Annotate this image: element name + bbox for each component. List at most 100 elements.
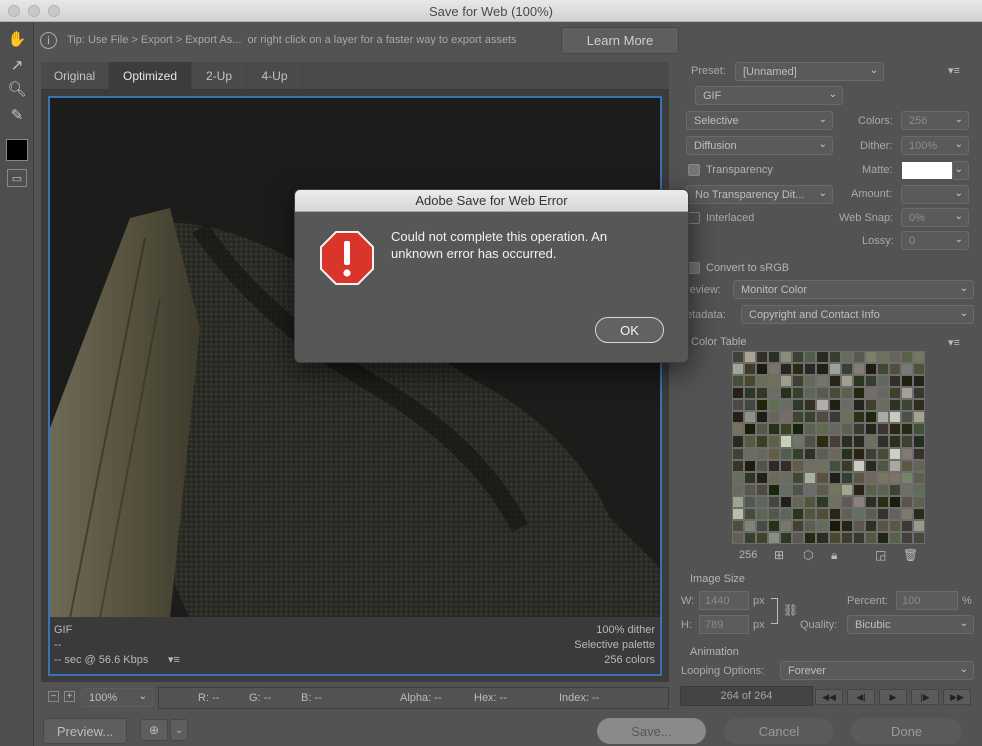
color-swatch[interactable] (900, 495, 913, 508)
color-swatch[interactable] (768, 459, 781, 472)
color-swatch[interactable] (780, 375, 793, 388)
color-swatch[interactable] (804, 447, 817, 460)
color-swatch[interactable] (840, 387, 853, 400)
color-swatch[interactable] (780, 531, 793, 544)
color-swatch[interactable] (888, 351, 901, 364)
color-swatch[interactable] (804, 399, 817, 412)
color-swatch[interactable] (780, 495, 793, 508)
color-swatch[interactable] (900, 423, 913, 436)
color-swatch[interactable] (888, 519, 901, 532)
color-swatch[interactable] (804, 435, 817, 448)
color-swatch[interactable] (864, 471, 877, 484)
color-swatch[interactable] (756, 387, 769, 400)
lossy-select[interactable]: 0 ⌄ (901, 231, 969, 250)
color-swatch[interactable] (792, 387, 805, 400)
color-swatch[interactable] (792, 423, 805, 436)
color-swatch[interactable] (888, 363, 901, 376)
color-swatch[interactable] (852, 435, 865, 448)
color-swatch[interactable] (756, 495, 769, 508)
zoom-level-select[interactable]: 100% ⌄ (81, 688, 153, 707)
color-swatch[interactable] (840, 435, 853, 448)
color-swatch[interactable] (768, 447, 781, 460)
color-swatch[interactable] (864, 459, 877, 472)
color-swatch[interactable] (744, 363, 757, 376)
color-swatch[interactable] (732, 519, 745, 532)
color-swatch[interactable] (900, 375, 913, 388)
color-swatch[interactable] (840, 399, 853, 412)
color-swatch[interactable] (804, 411, 817, 424)
color-swatch[interactable] (900, 363, 913, 376)
color-swatch[interactable] (864, 531, 877, 544)
preview-color-select[interactable]: Monitor Color ⌄ (733, 280, 974, 299)
save-button[interactable]: Save... (597, 718, 706, 744)
color-swatch[interactable] (816, 471, 829, 484)
color-swatch[interactable] (900, 447, 913, 460)
color-swatch[interactable] (804, 507, 817, 520)
color-swatch[interactable] (912, 447, 925, 460)
color-swatch[interactable] (792, 519, 805, 532)
color-swatch[interactable] (732, 483, 745, 496)
lock-color-icon[interactable]: 🔒︎ (831, 548, 837, 563)
color-swatch[interactable] (792, 471, 805, 484)
color-swatch[interactable] (852, 411, 865, 424)
color-swatch[interactable] (804, 351, 817, 364)
color-swatch[interactable] (888, 495, 901, 508)
color-swatch[interactable] (840, 483, 853, 496)
color-swatch[interactable] (912, 507, 925, 520)
color-swatch[interactable] (888, 399, 901, 412)
zoom-out-icon[interactable]: − (48, 691, 59, 702)
color-swatch[interactable] (792, 483, 805, 496)
color-swatch[interactable] (852, 399, 865, 412)
zoom-tool-icon[interactable]: 🔍︎ (6, 78, 28, 100)
color-swatch[interactable] (780, 351, 793, 364)
color-swatch[interactable] (888, 483, 901, 496)
tab-original[interactable]: Original (41, 62, 109, 90)
slice-select-tool-icon[interactable]: ↗ (6, 54, 28, 76)
color-swatch[interactable] (744, 531, 757, 544)
color-swatch[interactable] (768, 423, 781, 436)
link-proportions-icon[interactable]: ⛓︎ (783, 603, 798, 617)
color-swatch[interactable] (792, 363, 805, 376)
last-frame-icon[interactable]: ▶▶ (943, 689, 971, 705)
color-swatch[interactable] (840, 375, 853, 388)
color-swatch[interactable] (864, 423, 877, 436)
color-swatch[interactable] (804, 363, 817, 376)
color-swatch[interactable] (864, 387, 877, 400)
color-swatch[interactable] (912, 387, 925, 400)
color-swatch[interactable] (816, 459, 829, 472)
color-swatch[interactable] (912, 411, 925, 424)
color-swatch[interactable] (756, 351, 769, 364)
color-swatch[interactable] (912, 435, 925, 448)
color-swatch[interactable] (804, 375, 817, 388)
color-swatch[interactable] (732, 363, 745, 376)
color-swatch[interactable] (852, 483, 865, 496)
color-swatch[interactable] (852, 375, 865, 388)
color-swatch[interactable] (840, 363, 853, 376)
cancel-button[interactable]: Cancel (724, 718, 834, 744)
color-swatch[interactable] (732, 375, 745, 388)
convert-srgb-checkbox[interactable] (688, 262, 700, 274)
color-swatch[interactable] (864, 351, 877, 364)
color-swatch[interactable] (828, 507, 841, 520)
color-swatch[interactable] (756, 435, 769, 448)
color-swatch[interactable] (864, 363, 877, 376)
color-swatch[interactable] (840, 507, 853, 520)
color-swatch[interactable] (900, 351, 913, 364)
color-swatch[interactable] (756, 483, 769, 496)
color-swatch[interactable] (840, 459, 853, 472)
color-swatch[interactable] (780, 447, 793, 460)
color-swatch[interactable] (900, 483, 913, 496)
color-swatch[interactable] (828, 483, 841, 496)
color-swatch[interactable] (840, 423, 853, 436)
color-swatch[interactable] (732, 471, 745, 484)
matte-select[interactable]: ⌄ (952, 161, 969, 180)
color-swatch[interactable] (876, 531, 889, 544)
color-swatch[interactable] (900, 471, 913, 484)
color-swatch[interactable] (840, 531, 853, 544)
color-swatch[interactable] (792, 399, 805, 412)
color-swatch[interactable] (900, 507, 913, 520)
dither-amount-select[interactable]: 100% ⌄ (901, 136, 969, 155)
color-swatch[interactable] (840, 471, 853, 484)
quality-select[interactable]: Bicubic ⌄ (847, 615, 974, 634)
color-swatch[interactable] (732, 447, 745, 460)
